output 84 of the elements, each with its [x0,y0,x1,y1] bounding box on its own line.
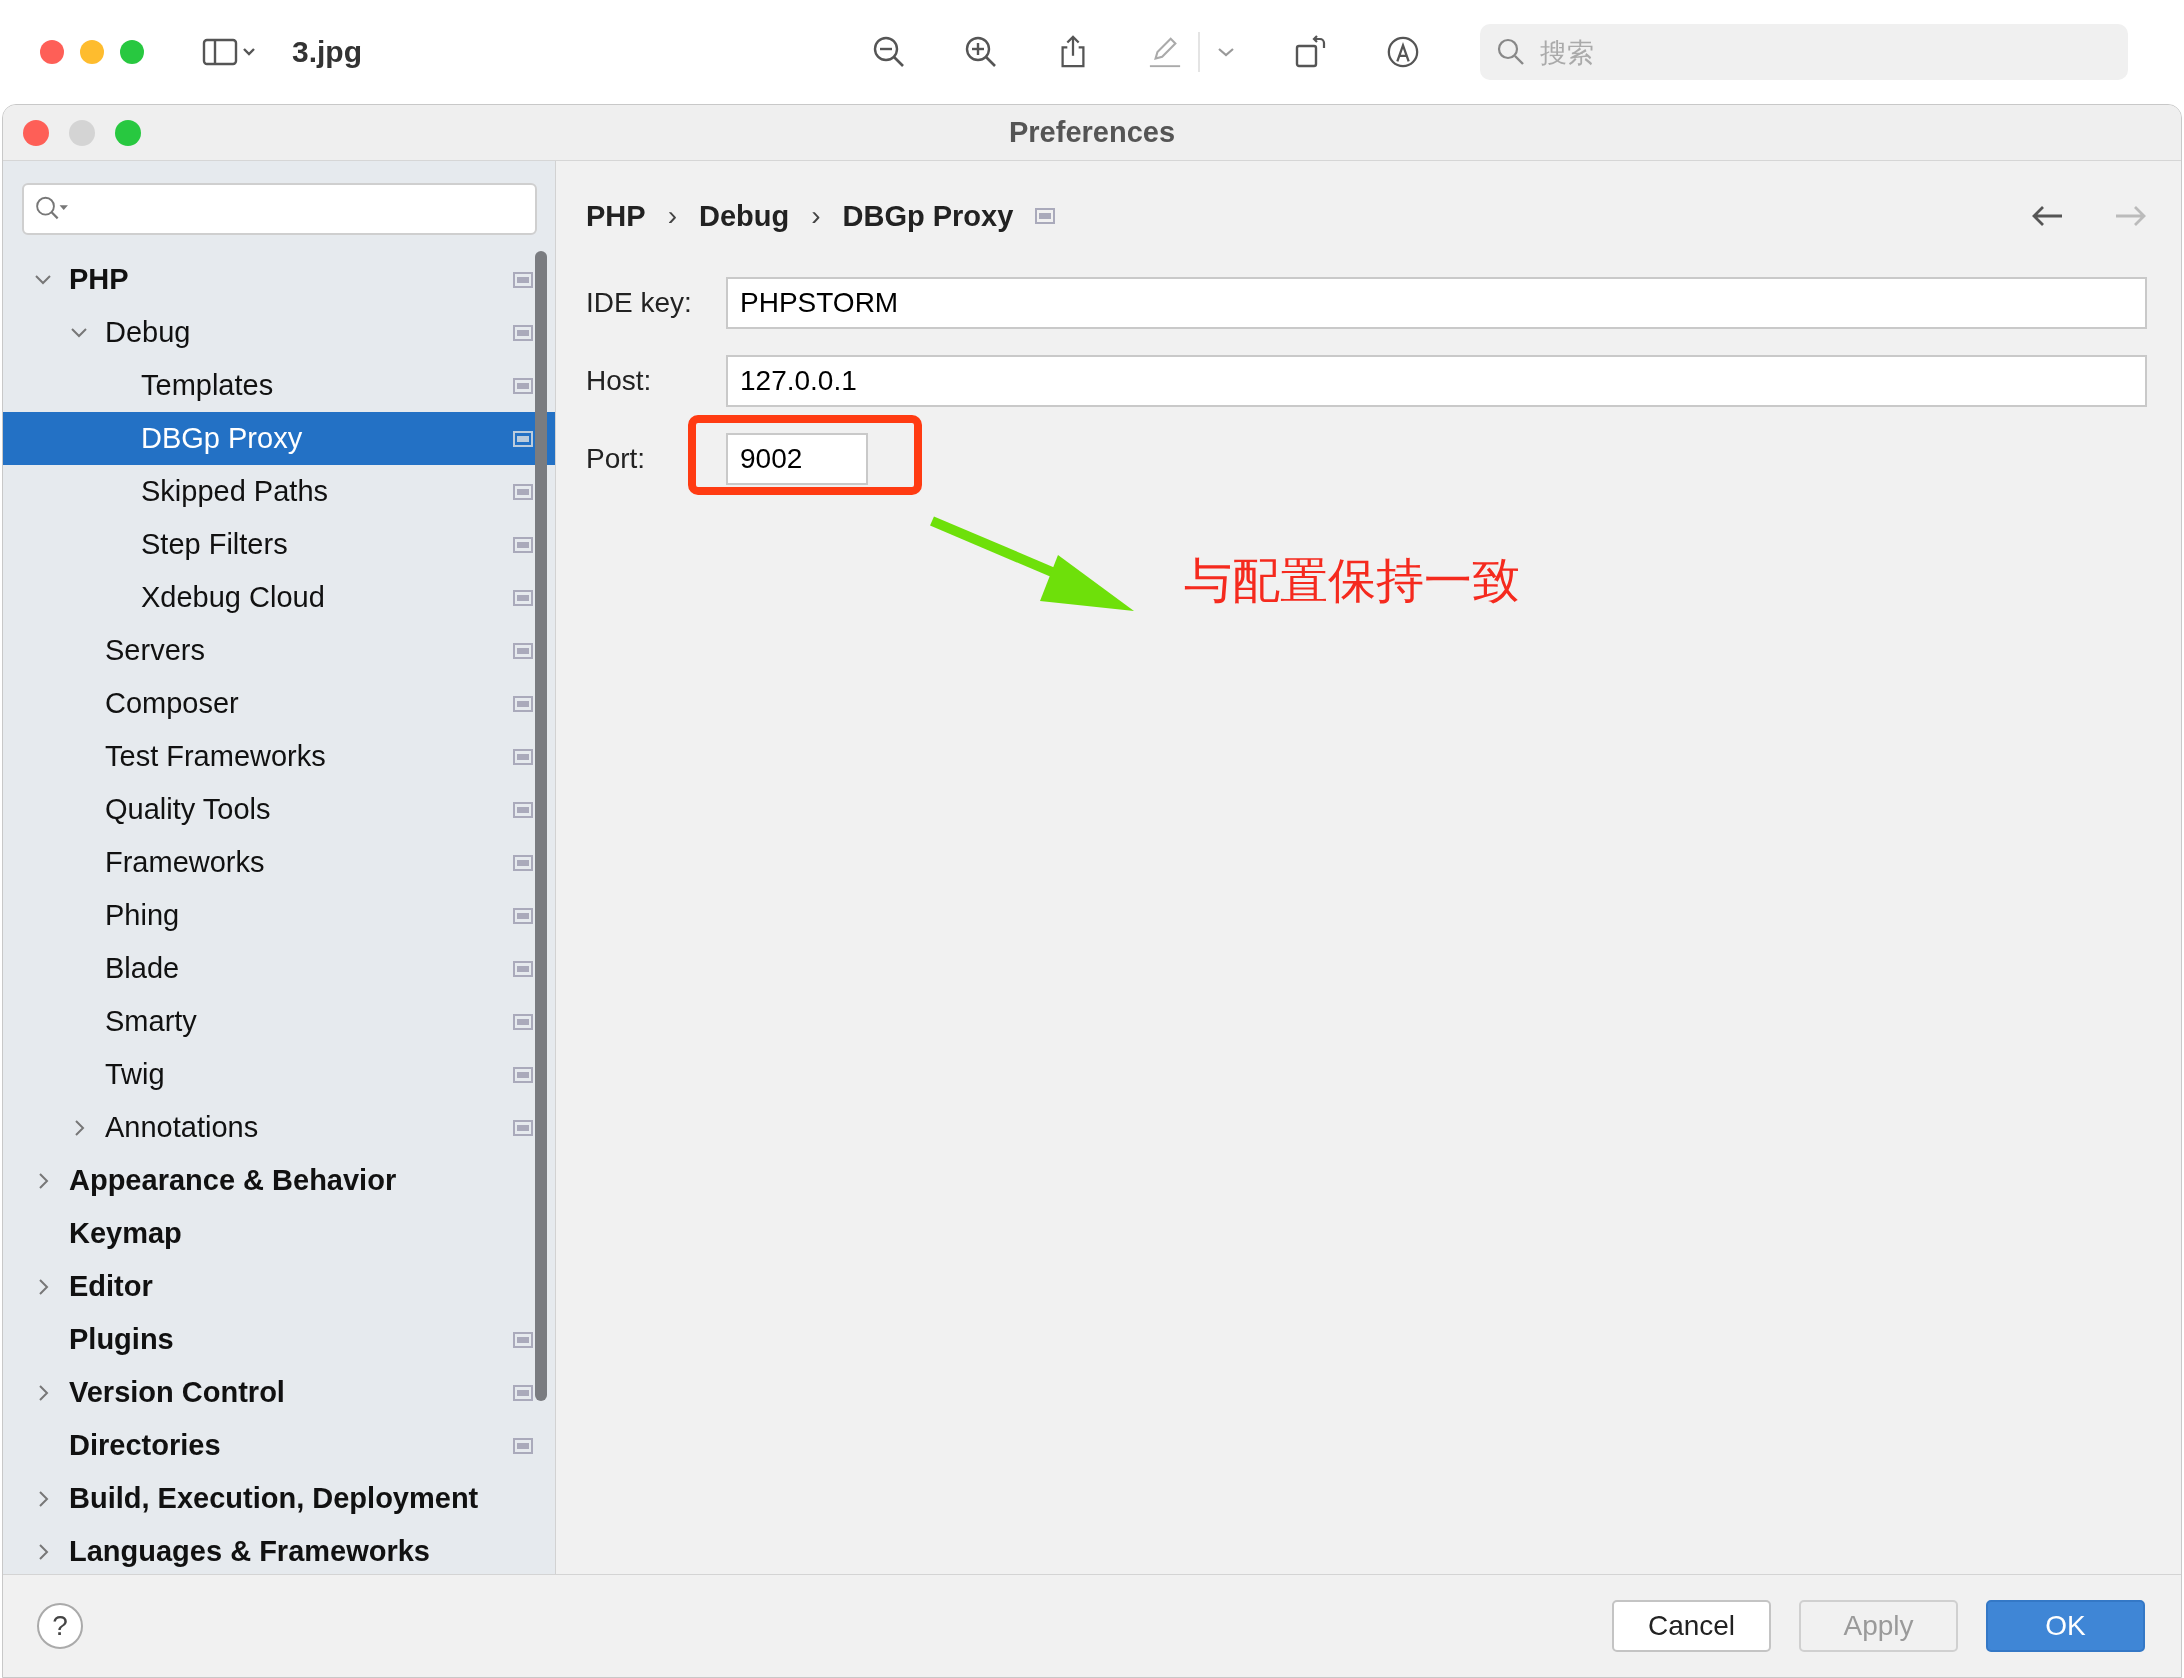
search-field[interactable]: 搜索 [1480,24,2128,80]
tree-item[interactable]: Languages & Frameworks [3,1525,555,1574]
project-settings-icon [1035,208,1056,224]
tree-item-label: Directories [69,1429,222,1462]
tree-item[interactable]: DBGp Proxy [3,412,555,465]
text-field[interactable]: 127.0.0.1 [726,355,2147,407]
tree-item[interactable]: Debug [3,306,555,359]
tree-item-label: Templates [141,369,275,402]
tree-item-label: Appearance & Behavior [69,1164,398,1197]
tree-item[interactable]: PHP [3,253,555,306]
tree-item-label: Servers [105,634,206,667]
tree-item[interactable]: Directories [3,1419,555,1472]
tree-item[interactable]: Smarty [3,995,555,1048]
zoom-button[interactable] [115,119,141,146]
search-field[interactable] [22,183,537,235]
tree-item[interactable]: Editor [3,1260,555,1313]
tree-item-label: Frameworks [105,846,266,879]
tree-item[interactable]: Build, Execution, Deployment [3,1472,555,1525]
tree-item-label: Debug [105,316,192,349]
annotation-text: 与配置保持一致 [1184,551,1520,610]
tree-item[interactable]: Templates [3,359,555,412]
tree-item[interactable]: Step Filters [3,518,555,571]
tree-item-label: Editor [69,1270,154,1303]
rotate-icon[interactable] [1294,35,1328,69]
tree-item[interactable]: Quality Tools [3,783,555,836]
dialog-button[interactable]: OK [1986,1600,2145,1652]
tree-item-label: Smarty [105,1005,198,1038]
close-button[interactable] [40,40,64,64]
breadcrumb-separator: › [667,200,677,232]
breadcrumb-item[interactable]: PHP [586,199,646,233]
tree-item-label: Languages & Frameworks [69,1535,431,1568]
window-title: Preferences [1008,116,1176,149]
breadcrumb-separator: › [811,200,821,232]
tree-item-label: Twig [105,1058,166,1091]
text-field[interactable]: 9002 [726,433,868,485]
tree-item-label: Skipped Paths [141,475,329,508]
tree-item-label: Version Control [69,1376,286,1409]
tree-item-label: Build, Execution, Deployment [69,1482,480,1515]
tree-item-label: Quality Tools [105,793,272,826]
breadcrumb-item[interactable]: DBGp Proxy [842,199,1014,233]
help-button[interactable]: ? [37,1603,83,1649]
document-title: 3.jpg [292,35,362,69]
field-label: IDE key: [586,287,693,319]
zoom-out-icon[interactable] [872,35,906,69]
text-field[interactable]: PHPSTORM [726,277,2147,329]
tree-item-label: Step Filters [141,528,289,561]
dialog-button[interactable]: Cancel [1612,1600,1771,1652]
tree-item[interactable]: Composer [3,677,555,730]
field-label: Port: [586,443,647,475]
tree-item[interactable]: Blade [3,942,555,995]
breadcrumb-item[interactable]: Debug [698,199,790,233]
tree-item-label: Blade [105,952,181,985]
tree-item[interactable]: Plugins [3,1313,555,1366]
tree-item[interactable]: Xdebug Cloud [3,571,555,624]
chevron-down-icon[interactable] [1216,46,1236,58]
tree-item[interactable]: Skipped Paths [3,465,555,518]
tree-item[interactable]: Appearance & Behavior [3,1154,555,1207]
tree-item[interactable]: Annotations [3,1101,555,1154]
tree-item[interactable]: Twig [3,1048,555,1101]
field-label: Host: [586,365,653,397]
tree-item-label: Annotations [105,1111,260,1144]
tree-item-label: Plugins [69,1323,175,1356]
tree-item-label: Phing [105,899,181,932]
tree-item[interactable]: Keymap [3,1207,555,1260]
back-arrow-icon[interactable] [2031,204,2065,228]
tree-item[interactable]: Frameworks [3,836,555,889]
scrollbar[interactable] [535,251,547,1401]
tree-item[interactable]: Version Control [3,1366,555,1419]
tree-item[interactable]: Test Frameworks [3,730,555,783]
close-button[interactable] [23,119,49,146]
tree-item[interactable]: Servers [3,624,555,677]
zoom-in-icon[interactable] [964,35,998,69]
tree-item-label: Xdebug Cloud [141,581,326,614]
tree-item-label: Composer [105,687,240,720]
tree-item-label: PHP [69,263,130,296]
tree-item[interactable]: Phing [3,889,555,942]
sidebar-toggle-icon[interactable] [202,37,258,67]
zoom-button[interactable] [120,40,144,64]
markup-icon[interactable] [1386,35,1420,69]
pen-icon[interactable] [1148,35,1182,69]
tree-item-label: Keymap [69,1217,183,1250]
search-icon [1496,37,1526,67]
tree-item-label: Test Frameworks [105,740,327,773]
tree-item-label: DBGp Proxy [141,422,304,455]
